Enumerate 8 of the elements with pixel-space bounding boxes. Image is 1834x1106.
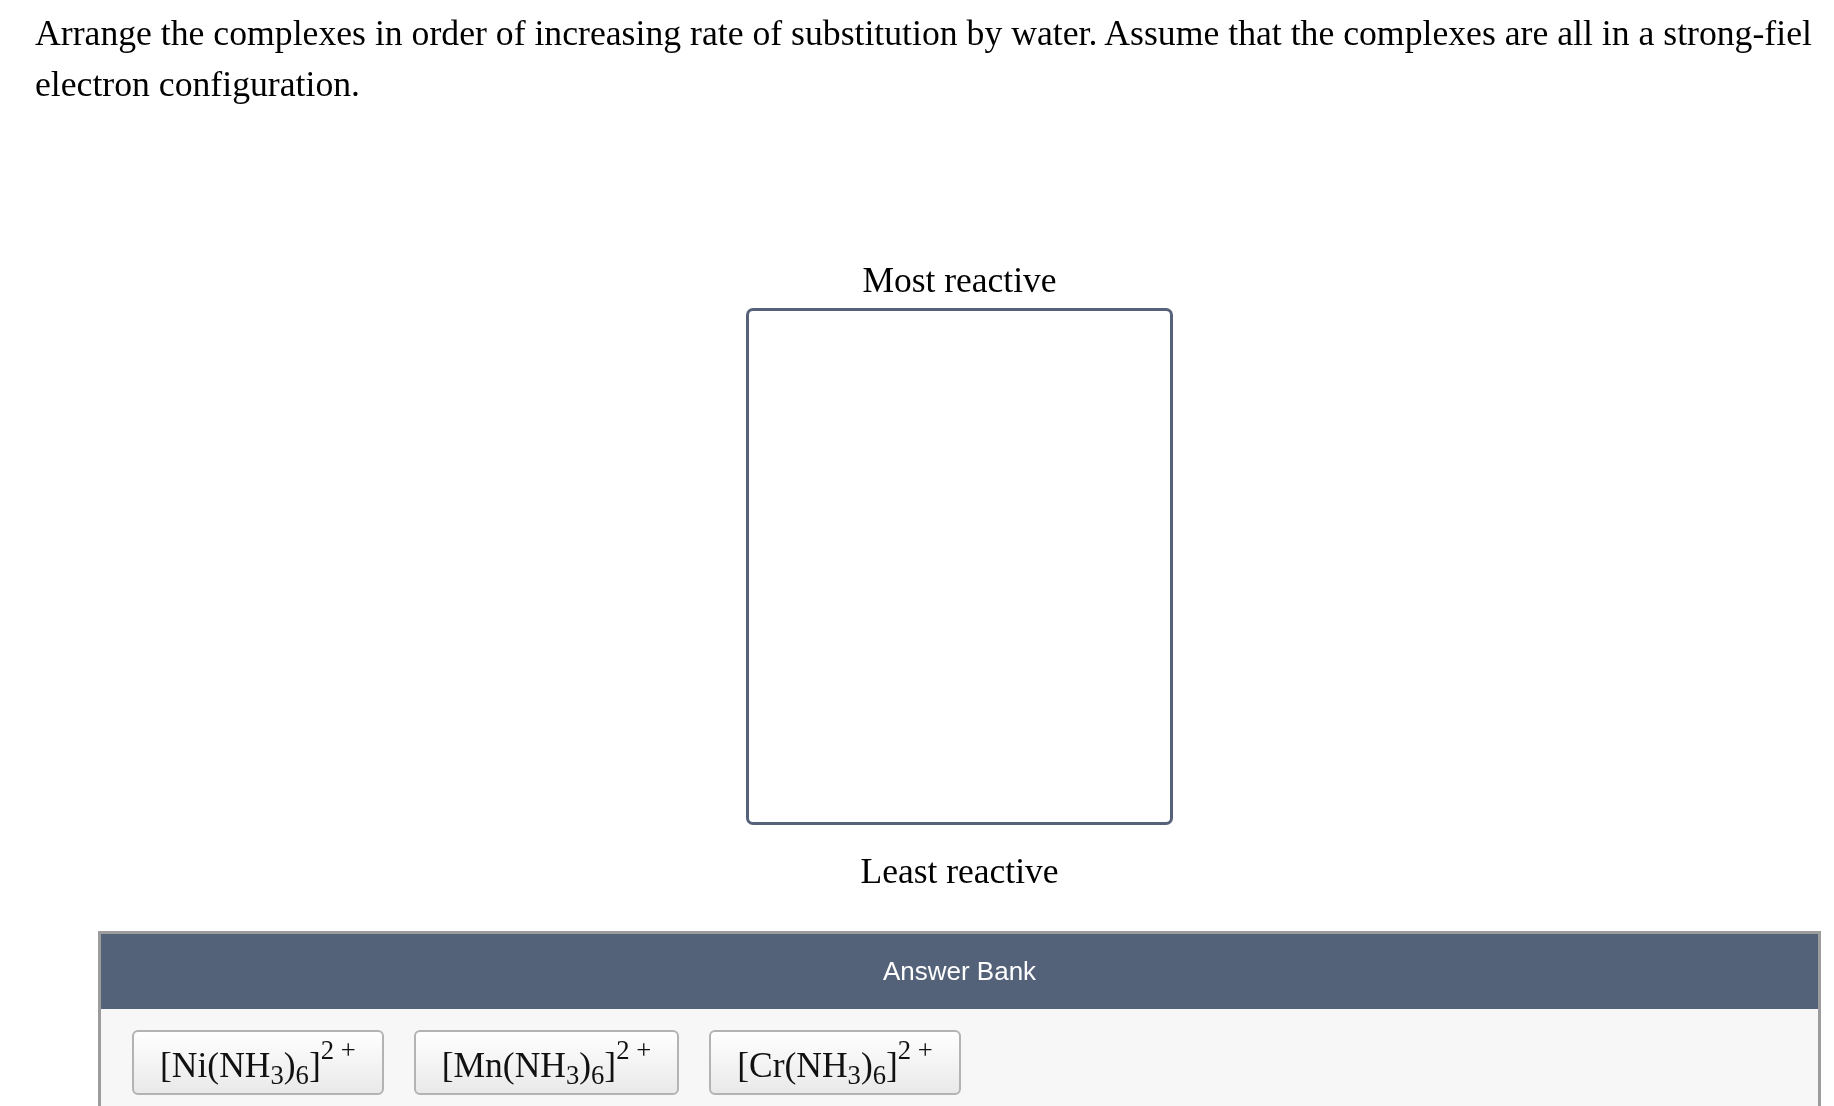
ranking-top-label: Most reactive	[862, 259, 1057, 302]
answer-tile[interactable]: [Cr(NH$_{3}$)$_{6}$]$^{2 +}$	[709, 1030, 961, 1095]
question-text: Arrange the complexes in order of increasing rate of substitution by water. Assume that the complexes are all in a strong-fiel electron configuration.	[35, 12, 1812, 106]
ranking-bottom-label: Least reactive	[860, 850, 1059, 893]
answer-tile[interactable]: [Ni(NH$_{3}$)$_{6}$]$^{2 +}$	[132, 1030, 384, 1095]
drop-zone[interactable]	[746, 308, 1173, 825]
answer-tile[interactable]: [Mn(NH$_{3}$)$_{6}$]$^{2 +}$	[413, 1030, 680, 1095]
answer-bank-title: Answer Bank	[882, 955, 1037, 988]
